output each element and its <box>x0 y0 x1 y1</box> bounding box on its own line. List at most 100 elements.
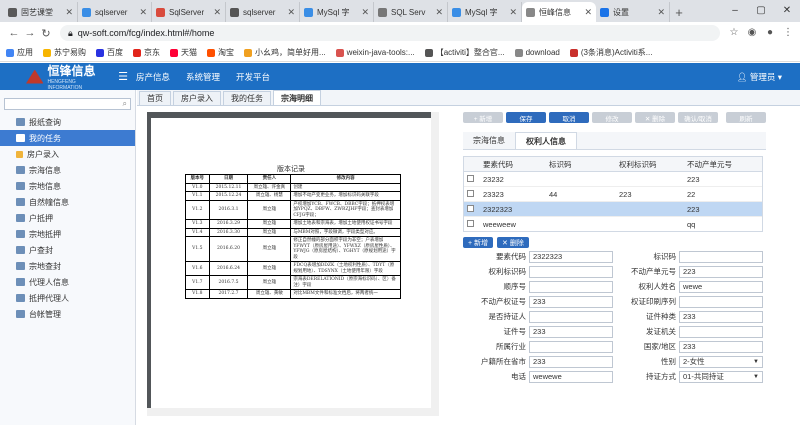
sidebar-item[interactable]: 抵押代理人 <box>0 290 135 306</box>
sidebar-item[interactable]: 宗海信息 <box>0 162 135 178</box>
grid-row-checkbox[interactable] <box>467 189 474 197</box>
nav-system-admin[interactable]: 系统管理 <box>186 71 220 83</box>
browser-tab[interactable]: sqlserver ✕ <box>226 2 300 22</box>
bookmark-item[interactable]: 苏宁易购 <box>43 47 86 58</box>
browser-tab[interactable]: 恒峰信息 ✕ <box>522 2 596 22</box>
sidebar-item[interactable]: 宗地查封 <box>0 258 135 274</box>
nav-property-info[interactable]: 房产信息 <box>136 71 170 83</box>
nav-dev-platform[interactable]: 开发平台 <box>236 71 270 83</box>
form-input[interactable]: 233 <box>679 311 763 323</box>
sidebar-item[interactable]: 户查封 <box>0 242 135 258</box>
hamburger-icon[interactable]: ☰ <box>110 70 136 83</box>
bookmark-item[interactable]: 【activiti】整合官... <box>424 47 505 58</box>
sidebar-item[interactable]: 宗地抵押 <box>0 226 135 242</box>
grid-row[interactable]: 23323 44 223 22 <box>464 187 762 202</box>
pdf-horizontal-scrollbar[interactable] <box>147 408 439 416</box>
form-input[interactable] <box>679 296 763 308</box>
detail-subtab[interactable]: 宗海信息 <box>463 132 515 149</box>
browser-tab[interactable]: 固艺课堂 ✕ <box>4 2 78 22</box>
browser-tab[interactable]: MySql 字 ✕ <box>300 2 374 22</box>
grid-delete-button[interactable]: ✕ 删除 <box>497 237 529 248</box>
tab-close-icon[interactable]: ✕ <box>213 7 221 18</box>
bookmark-item[interactable]: 百度 <box>96 47 123 58</box>
sidebar-item[interactable]: 代理人信息 <box>0 274 135 290</box>
tab-close-icon[interactable]: ✕ <box>361 7 369 18</box>
grid-row-checkbox[interactable] <box>467 174 474 182</box>
profile-icon[interactable]: ● <box>764 27 776 39</box>
form-input[interactable]: 223 <box>679 266 763 278</box>
grid-add-button[interactable]: + 新增 <box>463 237 494 248</box>
tab-close-icon[interactable]: ✕ <box>287 7 295 18</box>
toolbar-button[interactable]: + 新增 <box>463 112 503 123</box>
form-select[interactable]: 01-共同持证 ▼ <box>679 371 763 383</box>
form-select[interactable]: 2-女性 ▼ <box>679 356 763 368</box>
bookmark-item[interactable]: 应用 <box>6 47 33 58</box>
browser-tab[interactable]: 设置 ✕ <box>596 2 670 22</box>
form-input[interactable]: 233 <box>529 356 613 368</box>
forward-icon[interactable]: → <box>22 27 38 39</box>
sidebar-item[interactable]: 房户录入 <box>0 146 135 162</box>
tab-close-icon[interactable]: ✕ <box>657 7 665 18</box>
star-icon[interactable]: ☆ <box>728 27 740 39</box>
bookmark-item[interactable]: 京东 <box>133 47 160 58</box>
new-tab-icon[interactable]: + <box>670 2 688 22</box>
page-tab[interactable]: 宗海明细 <box>273 90 321 105</box>
form-input[interactable] <box>679 326 763 338</box>
sidebar-item[interactable]: 报纸查询 <box>0 114 135 130</box>
browser-tab[interactable]: MySql 字 ✕ <box>448 2 522 22</box>
grid-row[interactable]: 2322323 223 <box>464 202 762 217</box>
sidebar-item[interactable]: 户抵押 <box>0 210 135 226</box>
form-input[interactable]: 2322323 <box>529 251 613 263</box>
bookmark-item[interactable]: weixin-java-tools:... <box>335 48 415 57</box>
menu-kebab-icon[interactable]: ⋮ <box>782 27 794 39</box>
reload-icon[interactable]: ↻ <box>38 27 54 40</box>
tab-close-icon[interactable]: ✕ <box>435 7 443 18</box>
bookmark-item[interactable]: 小幺鸡，简单好用... <box>244 47 326 58</box>
form-input[interactable] <box>529 281 613 293</box>
page-tab[interactable]: 房户录入 <box>173 91 221 105</box>
toolbar-button[interactable]: 取消 <box>549 112 589 123</box>
bookmark-item[interactable]: download <box>514 48 560 57</box>
sidebar-item[interactable]: 宗地信息 <box>0 178 135 194</box>
toolbar-button[interactable]: ✕ 删除 <box>635 112 675 123</box>
grid-row-checkbox[interactable] <box>467 204 474 212</box>
tab-close-icon[interactable]: ✕ <box>139 7 147 18</box>
user-menu[interactable]: 👤︎ 管理员 ▾ <box>737 71 782 83</box>
pdf-vertical-scrollbar[interactable] <box>431 112 439 408</box>
grid-row-checkbox[interactable] <box>467 219 474 227</box>
browser-tab[interactable]: SqlServer ✕ <box>152 2 226 22</box>
minimize-icon[interactable]: – <box>722 0 748 20</box>
grid-row[interactable]: 23232 223 <box>464 172 762 187</box>
back-icon[interactable]: ← <box>6 27 22 39</box>
maximize-icon[interactable]: ▢ <box>748 0 774 20</box>
pdf-viewer[interactable]: 版本记录 版本号 日期 责任人 修改内容 V1.0 2015.12.11 周立雄、许金真创… <box>147 112 439 416</box>
form-input[interactable] <box>529 311 613 323</box>
page-tab[interactable]: 我的任务 <box>223 91 271 105</box>
bookmark-item[interactable]: 天猫 <box>170 47 197 58</box>
page-tab[interactable]: 首页 <box>139 91 171 105</box>
browser-tab[interactable]: SQL Serv ✕ <box>374 2 448 22</box>
sidebar-item[interactable]: 我的任务 <box>0 130 135 146</box>
form-input[interactable]: wewe <box>679 281 763 293</box>
form-input[interactable]: wewewe <box>529 371 613 383</box>
form-input[interactable]: 233 <box>679 341 763 353</box>
form-input[interactable]: 233 <box>529 296 613 308</box>
tab-close-icon[interactable]: ✕ <box>509 7 517 18</box>
detail-subtab[interactable]: 权利人信息 <box>515 132 577 149</box>
toolbar-button[interactable]: 确认/取消 <box>678 112 718 123</box>
sidebar-item[interactable]: 台帐管理 <box>0 306 135 322</box>
form-input[interactable] <box>679 251 763 263</box>
toolbar-button[interactable]: 保存 <box>506 112 546 123</box>
tab-close-icon[interactable]: ✕ <box>65 7 73 18</box>
toolbar-button[interactable]: 修改 <box>592 112 632 123</box>
bookmark-item[interactable]: (3条消息)Activiti系... <box>569 47 652 58</box>
form-input[interactable] <box>529 266 613 278</box>
extension-icon[interactable]: ◉ <box>746 27 758 39</box>
grid-row[interactable]: weeweew qq <box>464 217 762 231</box>
toolbar-button[interactable]: 刷新 <box>726 112 766 123</box>
bookmark-item[interactable]: 淘宝 <box>207 47 234 58</box>
browser-tab[interactable]: sqlserver ✕ <box>78 2 152 22</box>
sidebar-search-input[interactable]: ⌕ <box>4 98 131 110</box>
close-window-icon[interactable]: ✕ <box>774 0 800 20</box>
url-field[interactable]: 🔒︎ qw-soft.com/fcg/index.html#/home <box>60 25 720 41</box>
